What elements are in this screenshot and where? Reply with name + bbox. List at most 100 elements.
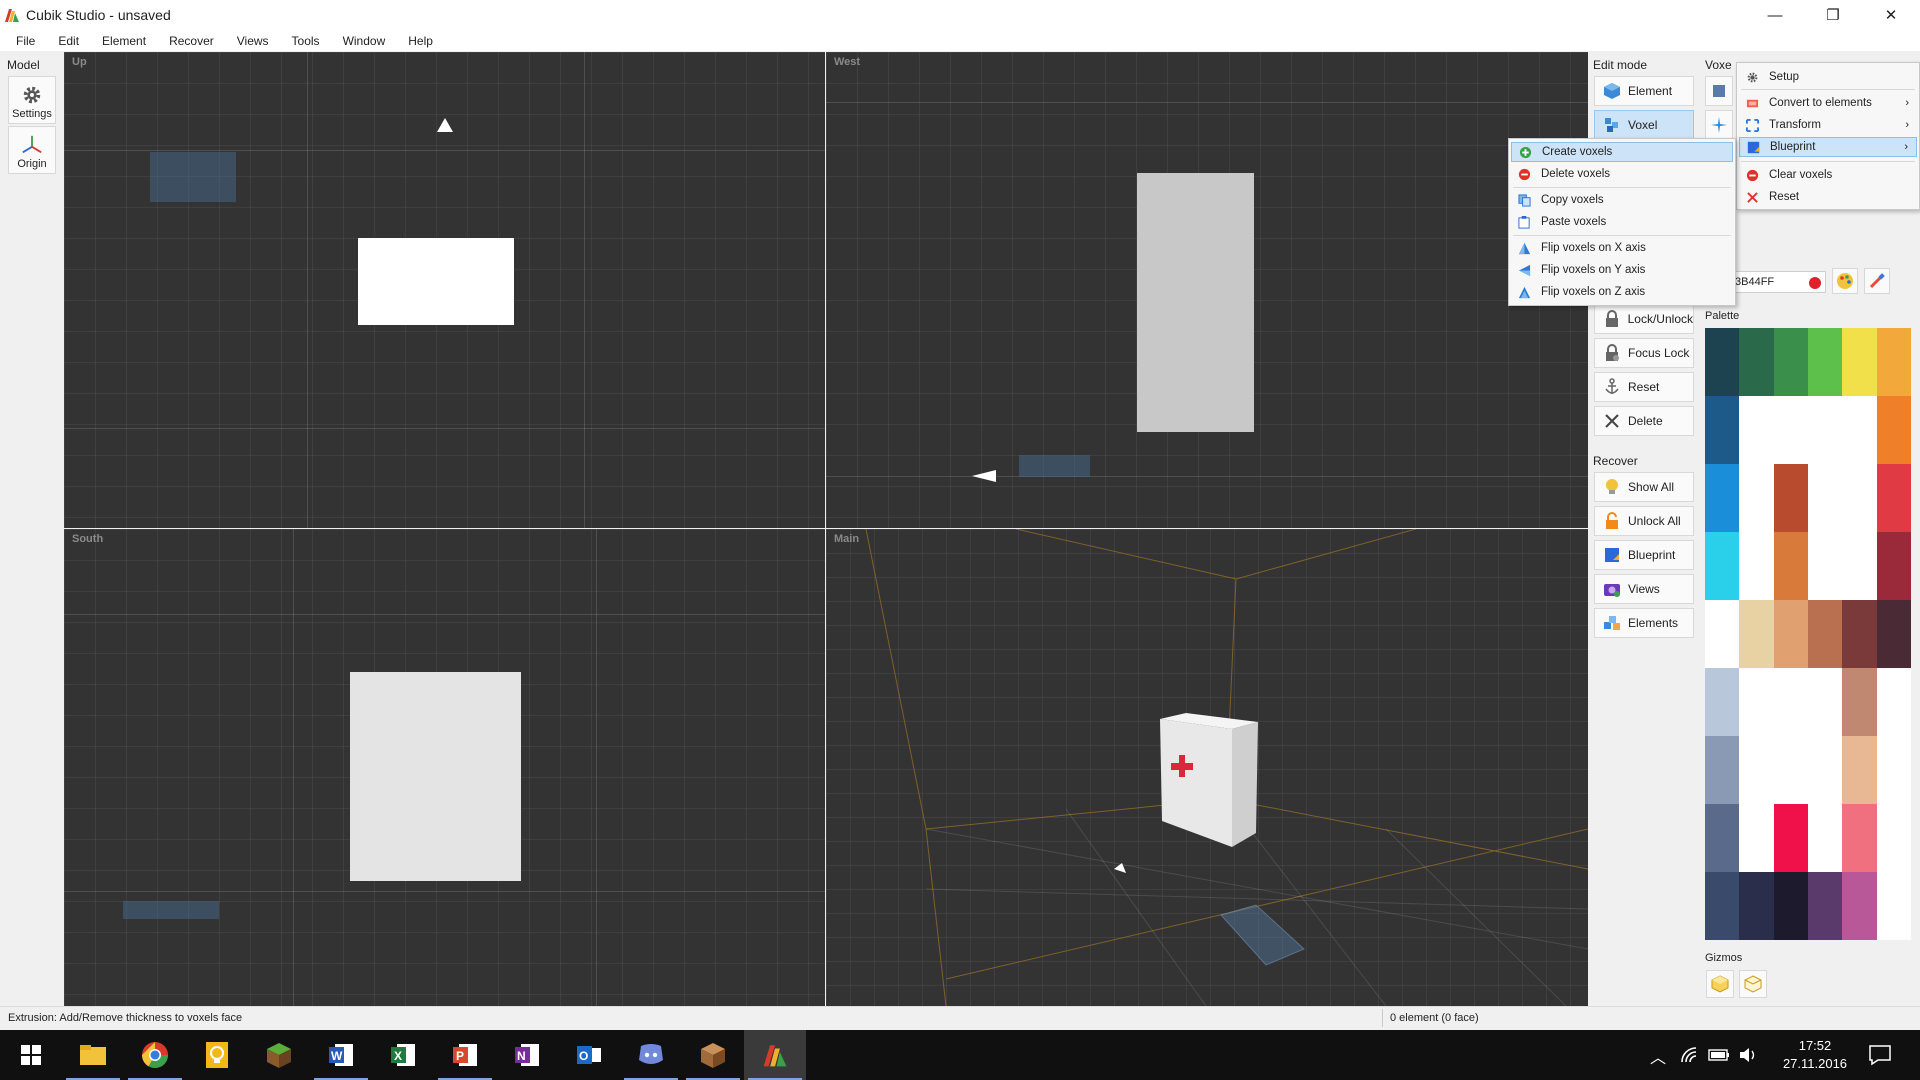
taskbar-clock[interactable]: 17:52 27.11.2016 [1770,1037,1860,1073]
menu-recover[interactable]: Recover [169,34,214,48]
palette-swatch[interactable] [1876,532,1912,600]
model-shape-top[interactable] [358,238,514,325]
taskbar-onenote[interactable]: N [496,1030,558,1080]
palette-swatch[interactable] [1739,872,1775,940]
palette-swatch[interactable] [1876,804,1912,872]
palette-swatch[interactable] [1842,464,1877,532]
taskbar-minecraft[interactable] [248,1030,310,1080]
menu-item-clear-voxels[interactable]: Clear voxels [1739,165,1917,185]
viewport-up[interactable]: Up [64,52,825,528]
battery-icon[interactable] [1708,1048,1730,1062]
menu-window[interactable]: Window [343,34,386,48]
palette-swatch[interactable] [1876,464,1912,532]
elements-button[interactable]: Elements [1594,608,1694,638]
palette-swatch[interactable] [1807,328,1843,396]
viewport-west[interactable]: West [826,52,1588,528]
palette-swatch[interactable] [1807,668,1843,736]
focus-lock-button[interactable]: Focus Lock [1594,338,1694,368]
menu-item-flip-y[interactable]: Flip voxels on Y axis [1511,260,1733,280]
palette-swatch[interactable] [1876,872,1912,940]
palette-swatch[interactable] [1705,668,1740,736]
palette-swatch[interactable] [1807,600,1843,668]
model-shape-south[interactable] [350,672,521,881]
close-button[interactable]: ✕ [1862,0,1920,30]
palette-swatch[interactable] [1842,872,1877,940]
palette-swatch[interactable] [1842,736,1877,804]
palette-swatch[interactable] [1842,328,1877,396]
menu-file[interactable]: File [16,34,35,48]
lock-unlock-button[interactable]: Lock/Unlock [1594,304,1694,334]
eyedropper-button[interactable] [1864,268,1890,294]
palette-swatch[interactable] [1842,600,1877,668]
blueprint-button[interactable]: Blueprint [1594,540,1694,570]
palette-swatch[interactable] [1705,532,1740,600]
palette-swatch[interactable] [1705,464,1740,532]
delete-button[interactable]: Delete [1594,406,1694,436]
taskbar-discord[interactable] [620,1030,682,1080]
color-picker-button[interactable] [1832,268,1858,294]
palette-swatch[interactable] [1773,804,1809,872]
wifi-icon[interactable] [1680,1046,1700,1064]
menu-item-flip-z[interactable]: Flip voxels on Z axis [1511,282,1733,302]
taskbar-file-explorer[interactable] [62,1030,124,1080]
taskbar-powerpoint[interactable]: P [434,1030,496,1080]
menu-item-reset[interactable]: Reset [1739,187,1917,207]
taskbar-outlook[interactable]: O [558,1030,620,1080]
palette-swatch[interactable] [1807,464,1843,532]
palette-swatch[interactable] [1773,396,1809,464]
palette-swatch[interactable] [1876,396,1912,464]
palette-swatch[interactable] [1842,668,1877,736]
palette-swatch[interactable] [1739,600,1775,668]
taskbar-excel[interactable]: X [372,1030,434,1080]
menu-item-create-voxels[interactable]: Create voxels [1511,142,1733,162]
palette-swatch[interactable] [1739,736,1775,804]
volume-icon[interactable] [1738,1046,1758,1064]
gizmo-outline-button[interactable] [1739,970,1767,998]
menu-views[interactable]: Views [237,34,269,48]
views-button[interactable]: Views [1594,574,1694,604]
origin-button[interactable]: Origin [8,126,56,174]
notification-center-icon[interactable] [1868,1044,1892,1066]
minimize-button[interactable]: — [1746,0,1804,30]
element-mode-button[interactable]: Element [1594,76,1694,106]
palette-swatch[interactable] [1876,328,1912,396]
voxel-transform-button[interactable] [1705,110,1733,140]
menu-item-setup[interactable]: Setup [1739,67,1917,87]
show-all-button[interactable]: Show All [1594,472,1694,502]
menu-item-transform[interactable]: Transform › [1739,115,1917,135]
palette-swatch[interactable] [1773,464,1809,532]
menu-item-convert-to-elements[interactable]: Convert to elements › [1739,93,1917,113]
palette-swatch[interactable] [1705,872,1740,940]
viewport-main[interactable]: Main [826,529,1588,1006]
palette-swatch[interactable] [1876,736,1912,804]
palette-swatch[interactable] [1842,532,1877,600]
palette-swatch[interactable] [1773,668,1809,736]
palette-swatch[interactable] [1739,668,1775,736]
palette-swatch[interactable] [1705,396,1740,464]
palette-swatch[interactable] [1807,872,1843,940]
menu-help[interactable]: Help [408,34,433,48]
palette-swatch[interactable] [1842,804,1877,872]
voxel-tool-button[interactable] [1705,76,1733,106]
start-button[interactable] [0,1030,62,1080]
menu-item-copy-voxels[interactable]: Copy voxels [1511,190,1733,210]
palette-swatch[interactable] [1773,600,1809,668]
maximize-button[interactable]: ❐ [1804,0,1862,30]
palette-swatch[interactable] [1739,532,1775,600]
palette-swatch[interactable] [1807,804,1843,872]
palette-swatch[interactable] [1807,396,1843,464]
palette-swatch[interactable] [1876,600,1912,668]
palette-swatch[interactable] [1807,532,1843,600]
palette-swatch[interactable] [1773,872,1809,940]
menu-edit[interactable]: Edit [58,34,79,48]
color-hex-input[interactable]: 3B44FF [1730,271,1826,293]
taskbar-crate-app[interactable] [682,1030,744,1080]
palette-swatch[interactable] [1773,532,1809,600]
menu-item-paste-voxels[interactable]: Paste voxels [1511,212,1733,232]
chevron-up-icon[interactable]: ︿ [1650,1044,1666,1068]
taskbar-cubik-studio[interactable] [744,1030,806,1080]
palette-swatch[interactable] [1739,804,1775,872]
palette-swatch[interactable] [1705,328,1740,396]
palette-swatch[interactable] [1739,464,1775,532]
unlock-all-button[interactable]: Unlock All [1594,506,1694,536]
